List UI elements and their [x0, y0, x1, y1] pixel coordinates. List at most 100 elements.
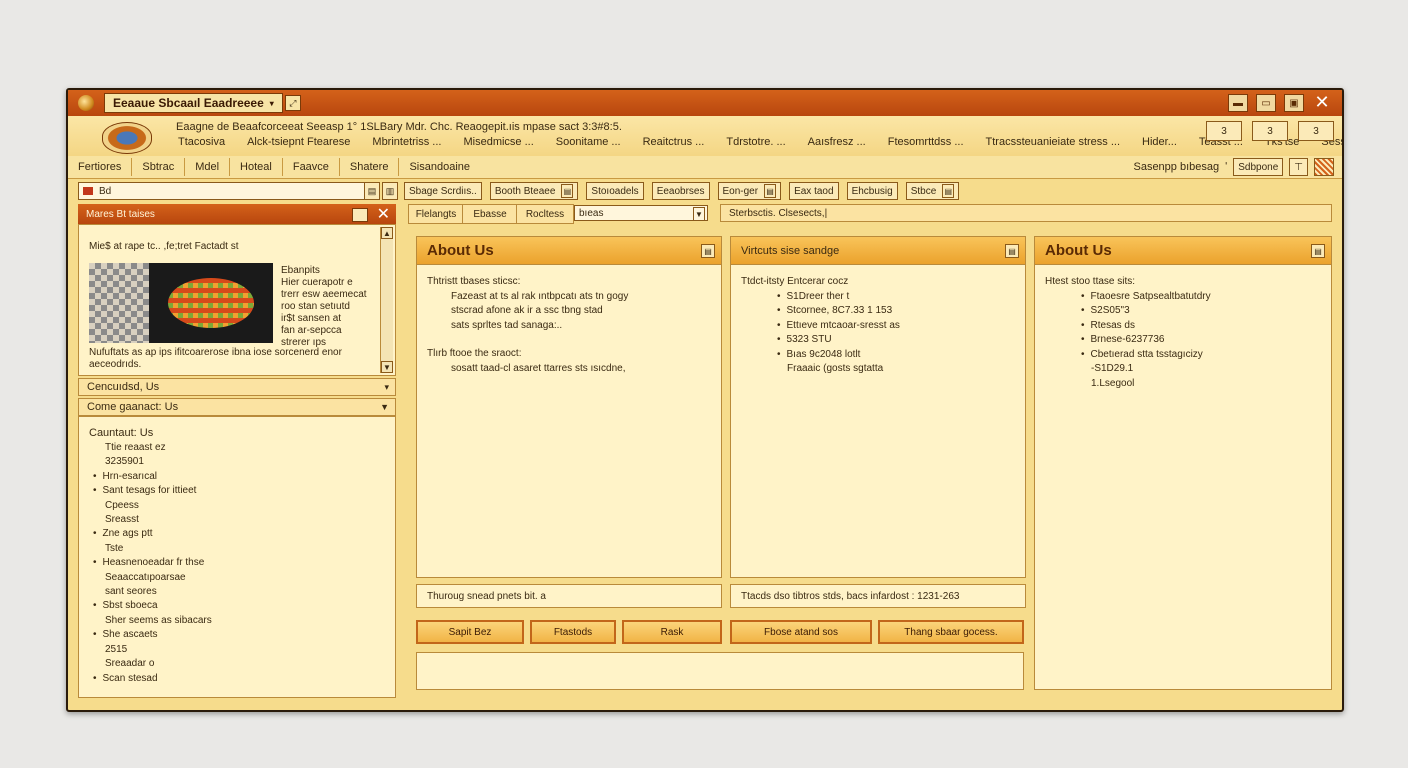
list-item: S2S05"3 [1081, 304, 1321, 319]
close-button[interactable]: ✕ [1312, 92, 1332, 112]
about-card: About Us ▤ Thtristt tbases sticsc: Fazea… [416, 236, 722, 578]
menu-item[interactable]: Hider... [1142, 136, 1177, 148]
toolbar-item[interactable]: Fertiores [68, 158, 133, 176]
tool-button[interactable]: Stbce ▤ [905, 182, 960, 200]
list-item: Ttie reaast ez [105, 442, 166, 453]
toolbar-item[interactable]: Shatere [340, 158, 400, 176]
contact-heading: Cauntaut: Us [89, 427, 154, 439]
go-icon[interactable]: ▥ [382, 182, 398, 200]
tab[interactable]: Flelangts [408, 204, 464, 224]
accordion-item[interactable]: Come gaanact: Us ▼ [78, 398, 396, 416]
tool-button[interactable]: Eeaobrses [651, 182, 710, 200]
action-button[interactable]: Sapit Bez [416, 620, 524, 644]
side-text-line: Ebanpits [281, 265, 320, 276]
card-lead: Ttdct-itsty Entcerar cocz [741, 276, 849, 287]
side-text-line: fan ar-sepcca [281, 325, 342, 336]
tool-button[interactable]: Eon-ger ▤ [717, 182, 782, 200]
dropdown-icon[interactable]: ▤ [764, 184, 777, 198]
menu-item[interactable]: Tdrstotre. ... [726, 136, 785, 148]
tool-button-label: Ehcbusig [851, 185, 893, 197]
card-lead: Htest stoo ttase sits: [1045, 276, 1136, 287]
thumbnail-image [89, 263, 149, 343]
minimize-button[interactable]: ▬ [1228, 94, 1248, 112]
close-panel-icon[interactable]: ✕ [377, 204, 390, 224]
menu-action-button[interactable]: 3 [1298, 121, 1334, 141]
card-menu-icon[interactable]: ▤ [1311, 244, 1325, 258]
filter-icon[interactable]: ⊤ [1289, 158, 1308, 176]
image-side-text: Ebanpits Hier cuerapotr e trerr esw aeem… [281, 265, 381, 349]
card-lead: Thtristt tbases sticsc: [427, 276, 521, 287]
menu-item[interactable]: Ttracssteuanieiate stress ... [986, 136, 1121, 148]
lock-icon[interactable]: ▤ [364, 182, 380, 200]
tool-button-label: Booth Bteaee [494, 185, 556, 197]
card-header: Virtcuts sise sandge ▤ [731, 237, 1025, 265]
menu-action-button[interactable]: 3 [1206, 121, 1242, 141]
toolbar-right-box[interactable]: Sdbpone [1233, 158, 1284, 176]
action-button[interactable]: Fbose atand sos [730, 620, 872, 644]
card-list: S1Dreer ther tStcornee, 8C7.33 1 153Ettı… [741, 290, 1015, 377]
maximize-button[interactable]: ▣ [1284, 94, 1304, 112]
card-menu-icon[interactable]: ▤ [1005, 244, 1019, 258]
toolbar-item[interactable]: Faavce [283, 158, 340, 176]
list-item: Bıas 9c2048 lotlt [777, 348, 1015, 363]
record-icon [83, 187, 93, 195]
menu-item[interactable]: Alck-tsiepnt Ftearese [247, 136, 350, 148]
tab-select[interactable]: bıeas ▼ [574, 205, 708, 221]
minimize-panel-icon[interactable] [352, 208, 368, 222]
side-text-line: ir$t sansen at [281, 313, 342, 324]
menu-item[interactable]: Reaitctrus ... [643, 136, 705, 148]
title-pin-icon[interactable]: ⤢ [284, 95, 301, 111]
list-item: 3235901 [105, 456, 144, 468]
menu-action-button[interactable]: 3 [1252, 121, 1288, 141]
menu-item[interactable]: Mbrintetriss ... [372, 136, 441, 148]
tool-button[interactable]: Ehcbusig [846, 182, 898, 200]
menu-item[interactable]: Ftesomrttdss ... [888, 136, 964, 148]
toolbar-item[interactable]: Hoteal [230, 158, 283, 176]
tab[interactable]: Rocltess [516, 204, 574, 224]
card-list: Ftaoesre SatpsealtbatutdryS2S05"3Rtesas … [1045, 290, 1321, 392]
tab[interactable]: Ebasse [462, 204, 518, 224]
toolbar-item[interactable]: Mdel [185, 158, 231, 176]
card-header: About Us ▤ [1035, 237, 1331, 265]
app-window: Eeaaue Sbcaaıl Eaadreeee ▾ ⤢ ▬ ▭ ▣ ✕ Eaa… [66, 88, 1344, 712]
dropdown-icon[interactable]: ▤ [561, 184, 574, 198]
toolbar-item[interactable]: Sbtrac [132, 158, 186, 176]
list-item: Rtesas ds [1081, 319, 1321, 334]
accordion-item[interactable]: Cencuıdsd, Us ▾ [78, 378, 396, 396]
action-panel [416, 652, 1024, 690]
menu-item[interactable]: Ttacosiva [178, 136, 225, 148]
card-line: Fazeast at ts al rak ıntbpcatı ats tn go… [451, 290, 629, 302]
address-input[interactable]: Bd [78, 182, 380, 200]
title-dropdown-icon[interactable]: ▾ [270, 99, 274, 108]
card-menu-icon[interactable]: ▤ [701, 244, 715, 258]
scroll-up-icon[interactable]: ▲ [381, 227, 393, 239]
tool-button[interactable]: Booth Bteaee ▤ [489, 182, 579, 200]
menu-item[interactable]: Soonitame ... [556, 136, 621, 148]
window-title-tab[interactable]: Eeaaue Sbcaaıl Eaadreeee ▾ [104, 93, 283, 113]
status-field[interactable]: Sterbsctis. Clsesects,| [720, 204, 1332, 222]
tool-button[interactable]: Eax taod [789, 182, 839, 200]
menu-item[interactable]: Misedmicse ... [463, 136, 533, 148]
tool-button[interactable]: Sbage Scrdiıs.. [404, 182, 482, 200]
grid-icon[interactable] [1314, 158, 1334, 176]
left-panel-header: Mares Bt taises ✕ [78, 204, 396, 224]
scrollbar[interactable]: ▲ ▼ [380, 227, 393, 373]
tool-button-label: Sbage Scrdiıs.. [409, 185, 477, 197]
scroll-down-icon[interactable]: ▼ [381, 361, 393, 373]
list-item: Stcornee, 8C7.33 1 153 [777, 304, 1015, 319]
restore-button[interactable]: ▭ [1256, 94, 1276, 112]
action-button[interactable]: Thang sbaar gocess. [878, 620, 1024, 644]
list-item: Heasnenoeadar fr thse [93, 556, 212, 570]
card-body: Htest stoo ttase sits: Ftaoesre Satpseal… [1045, 275, 1321, 391]
list-item: -S1D29.1 [1091, 363, 1134, 374]
toolbar-item[interactable]: Sisandoaine [399, 158, 480, 176]
menu-item[interactable]: Aaısfresz ... [808, 136, 866, 148]
menu-bar: Eaagne de Beaafcorceeat Seeasp 1° 1SLBar… [68, 116, 1342, 157]
dropdown-icon[interactable]: ▤ [942, 184, 955, 198]
left-panel-body: Mie$ at rape tc.. ,fe;tret Factadt st Eb… [78, 224, 396, 376]
list-item: Sant tesags for ittieet [93, 484, 212, 498]
action-button[interactable]: Ftastods [530, 620, 616, 644]
tool-button[interactable]: Stoıoadels [586, 182, 644, 200]
chevron-down-icon[interactable]: ▼ [693, 207, 705, 221]
action-button[interactable]: Rask [622, 620, 722, 644]
